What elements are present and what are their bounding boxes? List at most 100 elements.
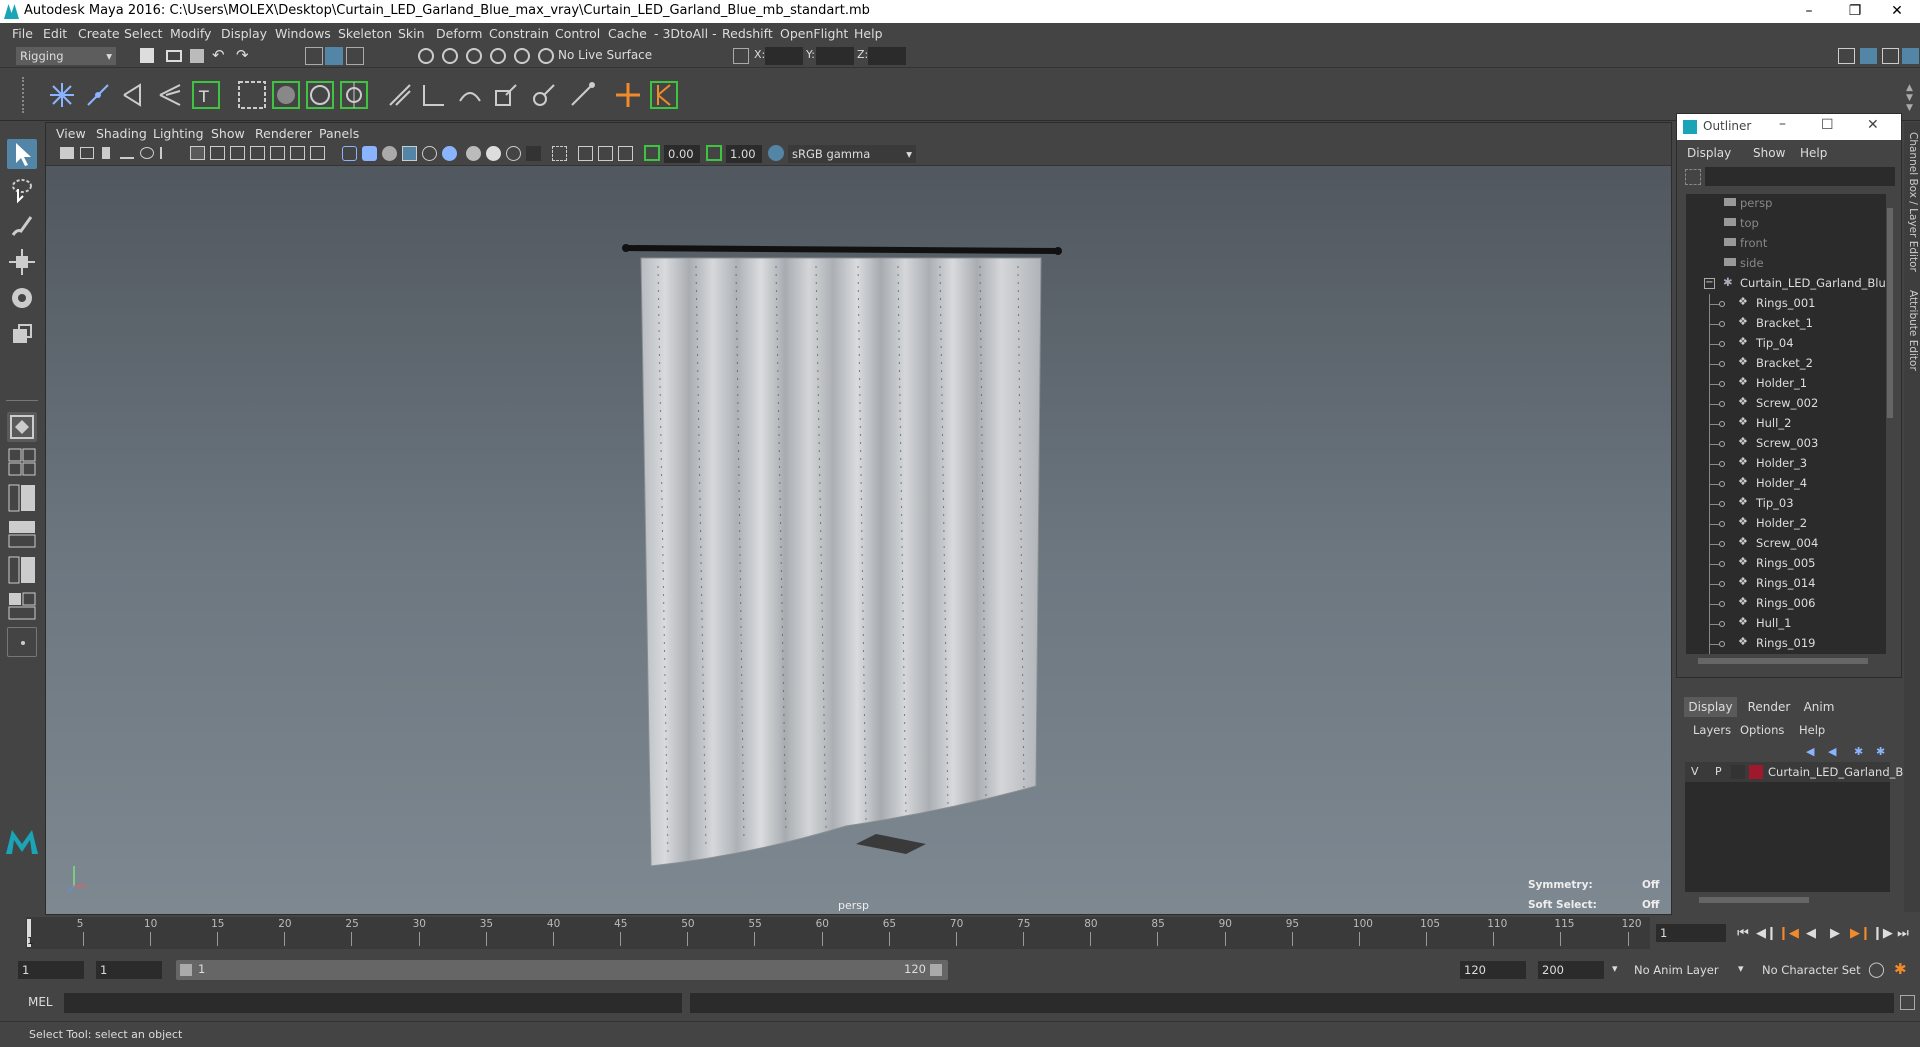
step-forward-frame-icon[interactable]: ❙▶ <box>1872 925 1893 943</box>
wrap-deformer-icon[interactable] <box>270 79 302 111</box>
time-slider[interactable]: 1 5 10 15 20 25 30 35 40 45 50 55 60 65 70 75 80 85 90 95 1… <box>0 915 1920 953</box>
menu-openflight[interactable]: OpenFlight <box>780 26 848 41</box>
layer-reference-toggle[interactable] <box>1731 765 1745 779</box>
play-backwards-icon[interactable]: ◀ <box>1802 925 1820 943</box>
chevron-down-icon[interactable]: ▾ <box>1738 962 1744 975</box>
image-plane-icon[interactable] <box>120 147 134 159</box>
joint-tool-icon[interactable] <box>48 81 76 109</box>
layout-options-icon[interactable] <box>7 627 37 657</box>
shadows-icon[interactable] <box>466 146 481 161</box>
grease-pencil-icon[interactable] <box>160 147 174 159</box>
sculpt-deformer-icon[interactable] <box>338 79 370 111</box>
outliner-menu-display[interactable]: Display <box>1687 146 1731 160</box>
script-editor-icon[interactable] <box>1900 995 1915 1010</box>
menu-constrain[interactable]: Constrain <box>489 26 549 41</box>
outliner-mesh-row[interactable]: ❖ Rings_019 <box>1686 634 1891 654</box>
new-layer-icon[interactable]: ✱ <box>1854 745 1868 758</box>
lattice-icon[interactable] <box>236 79 268 111</box>
outliner-title-bar[interactable]: Outliner – ☐ ✕ <box>1677 114 1901 140</box>
single-perspective-layout-icon[interactable] <box>7 412 37 442</box>
outliner-mesh-row[interactable]: ❖ Holder_2 <box>1686 514 1891 534</box>
snap-point-icon[interactable] <box>466 48 482 64</box>
snap-curve-icon[interactable] <box>442 48 458 64</box>
menu-display[interactable]: Display <box>221 26 267 41</box>
parent-constraint-icon[interactable] <box>530 81 558 109</box>
default-material-icon[interactable] <box>382 146 397 161</box>
menu-set-dropdown[interactable]: Rigging ▾ <box>16 47 116 65</box>
screen-space-ao-icon[interactable] <box>486 146 501 161</box>
attribute-editor-tab[interactable]: Attribute Editor <box>1905 290 1919 400</box>
outliner-vertical-scrollbar[interactable] <box>1886 194 1894 654</box>
undo-icon[interactable]: ↶ <box>212 46 225 64</box>
playback-start-field[interactable]: 1 <box>96 961 162 979</box>
playback-end-field[interactable]: 120 <box>1460 961 1526 979</box>
attribute-editor-toggle-icon[interactable] <box>1838 48 1855 64</box>
outliner-close-button[interactable]: ✕ <box>1867 117 1879 133</box>
move-layer-up-icon[interactable]: ◀ <box>1806 745 1820 758</box>
outliner-camera-row[interactable]: side <box>1686 254 1891 274</box>
current-frame-field[interactable]: 1 <box>1656 924 1726 942</box>
layer-horizontal-scrollbar[interactable] <box>1685 895 1890 905</box>
outliner-group-row[interactable]: − ✱ Curtain_LED_Garland_Blue_( <box>1686 274 1891 294</box>
anti-aliasing-icon[interactable] <box>526 146 541 161</box>
outliner-camera-row[interactable]: top <box>1686 214 1891 234</box>
color-management-icon[interactable] <box>768 145 784 161</box>
layer-tab-anim[interactable]: Anim <box>1798 697 1840 717</box>
collapse-toggle-icon[interactable]: − <box>1704 278 1715 289</box>
maya-home-icon[interactable] <box>4 822 40 858</box>
locator-icon[interactable] <box>614 81 642 109</box>
gamma-field[interactable]: 1.00 <box>726 145 762 163</box>
outliner-mesh-row[interactable]: ❖ Rings_001 <box>1686 294 1891 314</box>
rotate-tool-icon[interactable] <box>7 283 37 313</box>
color-space-dropdown[interactable]: sRGB gamma ▾ <box>788 145 916 163</box>
point-constraint-icon[interactable] <box>568 81 596 109</box>
orient-constraint-icon[interactable] <box>386 81 414 109</box>
persp-uv-layout-icon[interactable] <box>7 591 37 621</box>
z-field[interactable] <box>868 47 906 65</box>
outliner-mesh-row[interactable]: ❖ Screw_004 <box>1686 534 1891 554</box>
outliner-minimize-button[interactable]: – <box>1779 116 1786 132</box>
move-tool-icon[interactable] <box>7 247 37 277</box>
layer-playback-toggle[interactable]: P <box>1715 765 1722 778</box>
redo-icon[interactable]: ↷ <box>236 46 249 64</box>
wireframe-icon[interactable] <box>342 146 357 161</box>
go-to-start-icon[interactable]: ⏮ <box>1734 925 1752 943</box>
select-hierarchy-icon[interactable] <box>305 47 323 65</box>
menu-cache[interactable]: Cache <box>608 26 647 41</box>
menu-redshift[interactable]: Redshift <box>722 26 773 41</box>
range-slider[interactable]: 1 120 <box>176 960 948 980</box>
resolution-gate-icon[interactable] <box>230 146 245 160</box>
isolate-select-icon[interactable] <box>552 146 567 161</box>
new-layer-selected-icon[interactable]: ✱ <box>1876 745 1890 758</box>
menu-file[interactable]: File <box>12 26 33 41</box>
viewport-menu-lighting[interactable]: Lighting <box>153 126 204 141</box>
outliner-horizontal-scrollbar[interactable] <box>1686 656 1891 666</box>
step-forward-key-icon[interactable]: ▶❙ <box>1850 925 1871 943</box>
menu-modify[interactable]: Modify <box>170 26 211 41</box>
viewport-panel[interactable]: View Shading Lighting Show Renderer Pane… <box>45 122 1672 915</box>
outliner-mesh-row[interactable]: ❖ Hull_2 <box>1686 414 1891 434</box>
outliner-camera-row[interactable]: persp <box>1686 194 1891 214</box>
aim-constraint-icon[interactable] <box>420 81 448 109</box>
gamma-icon[interactable] <box>706 145 722 161</box>
minimize-button[interactable]: – <box>1786 0 1832 23</box>
layer-tab-render[interactable]: Render <box>1744 697 1794 717</box>
outliner-mesh-row[interactable]: ❖ Bracket_2 <box>1686 354 1891 374</box>
outliner-mesh-row[interactable]: ❖ Rings_005 <box>1686 554 1891 574</box>
outliner-mesh-row[interactable]: ❖ Holder_4 <box>1686 474 1891 494</box>
transform-constraint-icon[interactable] <box>733 48 749 64</box>
range-start-handle[interactable] <box>180 964 192 976</box>
gate-mask-icon[interactable] <box>250 146 265 160</box>
menu-skeleton[interactable]: Skeleton <box>338 26 392 41</box>
step-back-key-icon[interactable]: ❙◀ <box>1778 925 1799 943</box>
snap-view-plane-icon[interactable] <box>514 48 530 64</box>
cluster-icon[interactable]: T <box>190 79 222 111</box>
scrollbar-thumb[interactable] <box>1887 208 1893 418</box>
anim-layer-dropdown[interactable]: No Anim Layer <box>1634 963 1719 977</box>
new-scene-icon[interactable] <box>140 48 154 63</box>
grid-toggle-icon[interactable] <box>190 146 205 160</box>
wireframe-on-shaded-icon[interactable] <box>402 146 417 161</box>
scale-tool-icon[interactable] <box>7 319 37 349</box>
textured-icon[interactable] <box>422 146 437 161</box>
go-to-end-icon[interactable]: ⏭ <box>1894 925 1912 943</box>
